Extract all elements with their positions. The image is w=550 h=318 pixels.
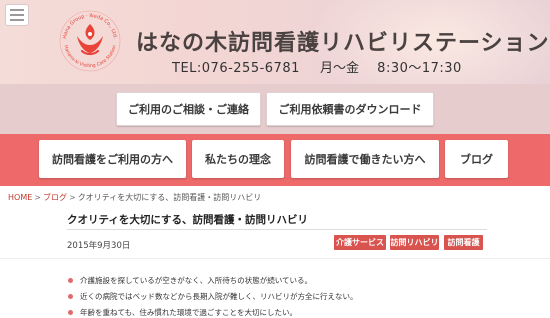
list-item: 年齢を重ねても、住み慣れた環境で過ごすことを大切にしたい。 [68,308,358,318]
hamburger-icon-line [10,19,24,21]
consultation-contact-button[interactable]: ご利用のご相談・ご連絡 [116,92,261,126]
title-divider [67,229,487,230]
nav-blog[interactable]: ブログ [445,140,508,178]
bullet-icon [68,278,73,283]
contact-info: TEL:076-255-6781 月〜金 8:30〜17:30 [172,57,462,76]
secondary-nav: ご利用のご相談・ご連絡 ご利用依頼書のダウンロード [0,84,550,134]
article-bullet-list: 介護施設を探しているが空きがなく、入所待ちの状態が続いている。 近くの病院ではベ… [68,276,358,318]
hamburger-menu-button[interactable] [5,4,29,26]
request-form-download-button[interactable]: ご利用依頼書のダウンロード [266,92,434,126]
nav-for-users[interactable]: 訪問看護をご利用の方へ [39,140,186,178]
tag-care-services[interactable]: 介護サービス [334,235,386,250]
list-item-text: 年齢を重ねても、住み慣れた環境で過ごすことを大切にしたい。 [80,308,297,317]
breadcrumb-home[interactable]: HOME [8,193,32,202]
list-item: 介護施設を探しているが空きがなく、入所待ちの状態が続いている。 [68,276,358,292]
nav-philosophy[interactable]: 私たちの理念 [192,140,284,178]
content-divider [0,258,550,259]
tag-home-nursing[interactable]: 訪問看護 [444,235,483,250]
breadcrumb-separator: > [34,193,41,202]
business-hours: 8:30〜17:30 [377,61,462,76]
breadcrumb: HOME > ブログ > クオリティを大切にする、訪問看護・訪問リハビリ [8,192,261,203]
site-header: Hana Group · Ikeda Co., Ltd. Hanano-ki V… [0,0,550,84]
hamburger-icon-line [10,9,24,11]
list-item-text: 近くの病院ではベッド数などから長期入院が難しく、リハビリが方全に行えない。 [80,292,358,301]
breadcrumb-current: クオリティを大切にする、訪問看護・訪問リハビリ [77,193,262,202]
bullet-icon [68,294,73,299]
post-date: 2015年9月30日 [67,241,131,251]
site-logo[interactable]: Hana Group · Ikeda Co., Ltd. Hanano-ki V… [57,8,123,74]
phone-number[interactable]: TEL:076-255-6781 [172,61,300,76]
tag-home-rehab[interactable]: 訪問リハビリ [390,235,439,250]
main-nav: 訪問看護をご利用の方へ 私たちの理念 訪問看護で働きたい方へ ブログ [0,134,550,186]
article-title: クオリティを大切にする、訪問看護・訪問リハビリ [67,214,308,226]
list-item-text: 介護施設を探しているが空きがなく、入所待ちの状態が続いている。 [80,276,313,285]
site-title[interactable]: はなの木訪問看護リハビリステーション [136,25,550,57]
nav-careers[interactable]: 訪問看護で働きたい方へ [291,140,439,178]
business-days: 月〜金 [320,61,360,76]
breadcrumb-separator: > [68,193,76,202]
flower-logo-icon: Hana Group · Ikeda Co., Ltd. Hanano-ki V… [59,10,121,72]
breadcrumb-blog[interactable]: ブログ [43,193,67,202]
hamburger-icon-line [10,14,24,16]
list-item: 近くの病院ではベッド数などから長期入院が難しく、リハビリが方全に行えない。 [68,292,358,308]
bullet-icon [68,310,73,315]
